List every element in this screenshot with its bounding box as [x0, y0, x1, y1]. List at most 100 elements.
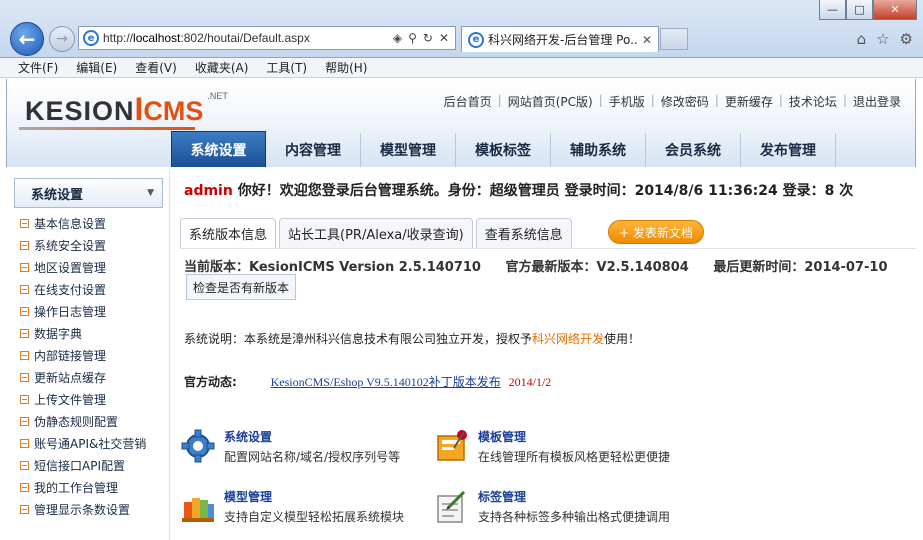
quick-desc: 在线管理所有模板风格更轻松更便捷 [478, 450, 671, 464]
sidebar-item-workbench[interactable]: 我的工作台管理 [20, 476, 169, 498]
nav-auxiliary[interactable]: 辅助系统 [551, 133, 646, 167]
sidebar-item-payment[interactable]: 在线支付设置 [20, 278, 169, 300]
favorites-star-icon[interactable]: ☆ [876, 30, 889, 48]
quick-system-settings[interactable]: 系统设置 配置网站名称/域名/授权序列号等 [180, 428, 440, 468]
check-update-button[interactable]: 检查是否有新版本 [186, 274, 297, 300]
sidebar-item-update-cache[interactable]: 更新站点缓存 [20, 366, 169, 388]
browser-tab[interactable]: e 科兴网络开发-后台管理 Po... ✕ [461, 26, 659, 52]
info-tabs: 系统版本信息 站长工具(PR/Alexa/收录查询) 查看系统信息 [180, 218, 572, 248]
licensee-name: 科兴网络开发 [532, 332, 605, 346]
sidebar-header[interactable]: 系统设置 ▼ [14, 178, 163, 208]
nav-publish[interactable]: 发布管理 [741, 133, 836, 167]
collapse-box-icon [20, 416, 29, 426]
quick-desc: 支持自定义模型轻松拓展系统模块 [224, 510, 405, 524]
quick-title[interactable]: 系统设置 [224, 428, 400, 445]
menu-tools[interactable]: 工具(T) [266, 59, 307, 76]
quick-model-management[interactable]: 模型管理 支持自定义模型轻松拓展系统模块 [180, 488, 440, 528]
template-icon [437, 430, 467, 461]
tab-close-icon[interactable]: ✕ [642, 33, 652, 47]
link-site-home[interactable]: 网站首页(PC版) [508, 93, 593, 110]
chevron-down-icon: ▼ [147, 188, 154, 198]
collapse-box-icon [20, 218, 29, 228]
quick-title[interactable]: 标签管理 [478, 488, 670, 505]
nav-members[interactable]: 会员系统 [646, 133, 741, 167]
ie-page-icon: e [83, 30, 99, 46]
ie-tab-icon: e [468, 31, 484, 48]
welcome-username: admin [184, 183, 233, 199]
sidebar-item-basic-info[interactable]: 基本信息设置 [20, 212, 169, 234]
collapse-box-icon [20, 438, 29, 448]
address-url[interactable]: http://localhost:802/houtai/Default.aspx [103, 31, 393, 45]
close-window-button[interactable]: ✕ [873, 0, 917, 20]
sidebar-item-page-size[interactable]: 管理显示条数设置 [20, 498, 169, 520]
minimize-button[interactable]: — [819, 0, 846, 20]
window-controls: — □ ✕ [819, 0, 917, 20]
tab-system-info[interactable]: 查看系统信息 [475, 218, 572, 248]
compatibility-icon[interactable]: ◈ [393, 31, 402, 45]
sidebar-item-internal-links[interactable]: 内部链接管理 [20, 344, 169, 366]
collapse-box-icon [20, 372, 29, 382]
post-new-document-button[interactable]: + 发表新文档 [608, 220, 704, 244]
current-version: 当前版本：KesionICMS Version 2.5.140710 [184, 260, 481, 275]
link-forum[interactable]: 技术论坛 [789, 93, 837, 110]
quick-label-management[interactable]: 标签管理 支持各种标签多种输出格式便捷调用 [434, 488, 694, 528]
sidebar-item-account-api[interactable]: 账号通API&社交营销 [20, 432, 169, 454]
menu-favorites[interactable]: 收藏夹(A) [195, 59, 249, 76]
tools-gear-icon[interactable]: ⚙ [900, 30, 913, 48]
stop-icon[interactable]: ✕ [439, 31, 449, 45]
main-content: admin 你好！欢迎您登录后台管理系统。身份：超级管理员 登录时间：2014/… [170, 170, 916, 540]
nav-content[interactable]: 内容管理 [266, 133, 361, 167]
sidebar: 系统设置 ▼ 基本信息设置 系统安全设置 地区设置管理 在线支付设置 操作日志管… [6, 170, 170, 540]
collapse-box-icon [20, 504, 29, 514]
gear-icon [181, 429, 215, 463]
collapse-box-icon [20, 350, 29, 360]
sidebar-item-rewrite[interactable]: 伪静态规则配置 [20, 410, 169, 432]
link-update-cache[interactable]: 更新缓存 [725, 93, 773, 110]
tab-webmaster-tools[interactable]: 站长工具(PR/Alexa/收录查询) [279, 218, 473, 248]
news-label: 官方动态: [184, 375, 237, 389]
back-button[interactable]: ← [10, 22, 44, 56]
sidebar-item-sms-api[interactable]: 短信接口API配置 [20, 454, 169, 476]
menu-view[interactable]: 查看(V) [135, 59, 177, 76]
collapse-box-icon [20, 482, 29, 492]
forward-button[interactable]: → [49, 26, 75, 52]
news-link[interactable]: KesionCMS/Eshop V9.5.140102补丁版本发布 [271, 375, 501, 389]
new-tab-button[interactable] [660, 28, 688, 50]
home-icon[interactable]: ⌂ [857, 30, 867, 48]
menu-file[interactable]: 文件(F) [18, 59, 58, 76]
collapse-box-icon [20, 306, 29, 316]
sidebar-item-uploads[interactable]: 上传文件管理 [20, 388, 169, 410]
arrow-left-icon: ← [18, 27, 36, 51]
link-admin-home[interactable]: 后台首页 [444, 93, 492, 110]
search-icon[interactable]: ⚲ [408, 31, 417, 45]
cms-header: KESIONICMS .NET 后台首页 | 网站首页(PC版) | 手机版 | 修改密… [6, 79, 916, 167]
nav-models[interactable]: 模型管理 [361, 133, 456, 167]
version-info: 当前版本：KesionICMS Version 2.5.140710 官方最新版… [184, 256, 908, 275]
nav-system-settings[interactable]: 系统设置 [171, 131, 266, 167]
collapse-box-icon [20, 262, 29, 272]
maximize-button[interactable]: □ [846, 0, 873, 20]
link-mobile[interactable]: 手机版 [609, 93, 645, 110]
tab-version-info[interactable]: 系统版本信息 [180, 218, 277, 248]
books-icon [182, 498, 214, 522]
welcome-message: admin 你好！欢迎您登录后台管理系统。身份：超级管理员 登录时间：2014/… [184, 183, 854, 199]
collapse-box-icon [20, 240, 29, 250]
link-change-password[interactable]: 修改密码 [661, 93, 709, 110]
sidebar-item-logs[interactable]: 操作日志管理 [20, 300, 169, 322]
sidebar-item-dictionary[interactable]: 数据字典 [20, 322, 169, 344]
browser-titlebar: — □ ✕ ← → e http://localhost:802/houtai/… [0, 0, 923, 58]
official-news: 官方动态: KesionCMS/Eshop V9.5.140102补丁版本发布 … [184, 373, 551, 390]
sidebar-item-security[interactable]: 系统安全设置 [20, 234, 169, 256]
quick-template-management[interactable]: 模板管理 在线管理所有模板风格更轻松更便捷 [434, 428, 694, 468]
menu-help[interactable]: 帮助(H) [325, 59, 367, 76]
top-links: 后台首页 | 网站首页(PC版) | 手机版 | 修改密码 | 更新缓存 | 技术论坛 | … [443, 93, 901, 110]
quick-title[interactable]: 模板管理 [478, 428, 670, 445]
sidebar-item-region[interactable]: 地区设置管理 [20, 256, 169, 278]
address-bar[interactable]: e http://localhost:802/houtai/Default.as… [78, 26, 456, 50]
refresh-icon[interactable]: ↻ [423, 31, 433, 45]
menu-bar: 文件(F) 编辑(E) 查看(V) 收藏夹(A) 工具(T) 帮助(H) [0, 58, 923, 78]
nav-templates[interactable]: 模板标签 [456, 133, 551, 167]
link-logout[interactable]: 退出登录 [853, 93, 901, 110]
quick-title[interactable]: 模型管理 [224, 488, 404, 505]
menu-edit[interactable]: 编辑(E) [76, 59, 117, 76]
